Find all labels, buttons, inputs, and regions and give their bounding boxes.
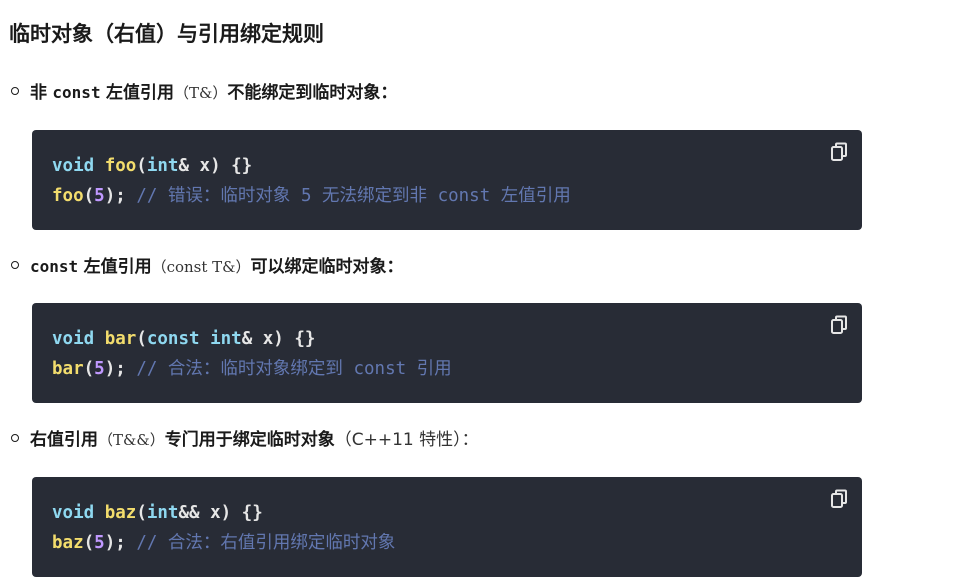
item-text: 右值引用 xyxy=(30,430,98,450)
list-item: const 左值引用（const T&）可以绑定临时对象： xyxy=(11,254,404,280)
code-line: bar(5); // 合法：临时对象绑定到 const 引用 xyxy=(52,359,452,379)
item-paren: （T&&） xyxy=(98,431,165,449)
code-line: void baz(int&& x) {} xyxy=(52,503,263,523)
item-text-suffix: 可以绑定临时对象： xyxy=(250,257,404,277)
bullet-icon xyxy=(11,261,19,269)
item-text: 左值引用 xyxy=(105,83,174,103)
item-paren: （T&） xyxy=(173,84,228,102)
item-text: 左值引用 xyxy=(83,257,152,277)
item-text-suffix: 不能绑定到临时对象： xyxy=(227,83,398,103)
copy-icon[interactable] xyxy=(830,315,848,335)
list-item: 右值引用（T&&）专门用于绑定临时对象（C++11 特性）： xyxy=(11,427,479,453)
inline-code: const xyxy=(52,83,101,102)
code-line: foo(5); // 错误：临时对象 5 无法绑定到非 const 左值引用 xyxy=(52,186,571,206)
inline-code: const xyxy=(30,257,79,276)
bullet-icon xyxy=(11,87,19,95)
page-title: 临时对象（右值）与引用绑定规则 xyxy=(9,22,324,46)
item-paren: （const T&） xyxy=(151,258,251,276)
code-block: void foo(int& x) {} foo(5); // 错误：临时对象 5… xyxy=(32,130,862,230)
bullet-icon xyxy=(11,434,19,442)
item-text-prefix: 非 xyxy=(30,83,47,103)
copy-icon[interactable] xyxy=(830,142,848,162)
code-block: void bar(const int& x) {} bar(5); // 合法：… xyxy=(32,303,862,403)
item-tail: （C++11 特性）： xyxy=(334,430,479,450)
code-block: void baz(int&& x) {} baz(5); // 合法：右值引用绑… xyxy=(32,477,862,577)
list-item: 非 const 左值引用（T&）不能绑定到临时对象： xyxy=(11,80,397,106)
copy-icon[interactable] xyxy=(830,489,848,509)
item-text-suffix: 专门用于绑定临时对象 xyxy=(164,430,335,450)
code-line: baz(5); // 合法：右值引用绑定临时对象 xyxy=(52,533,396,553)
code-line: void bar(const int& x) {} xyxy=(52,329,316,349)
code-line: void foo(int& x) {} xyxy=(52,156,253,176)
